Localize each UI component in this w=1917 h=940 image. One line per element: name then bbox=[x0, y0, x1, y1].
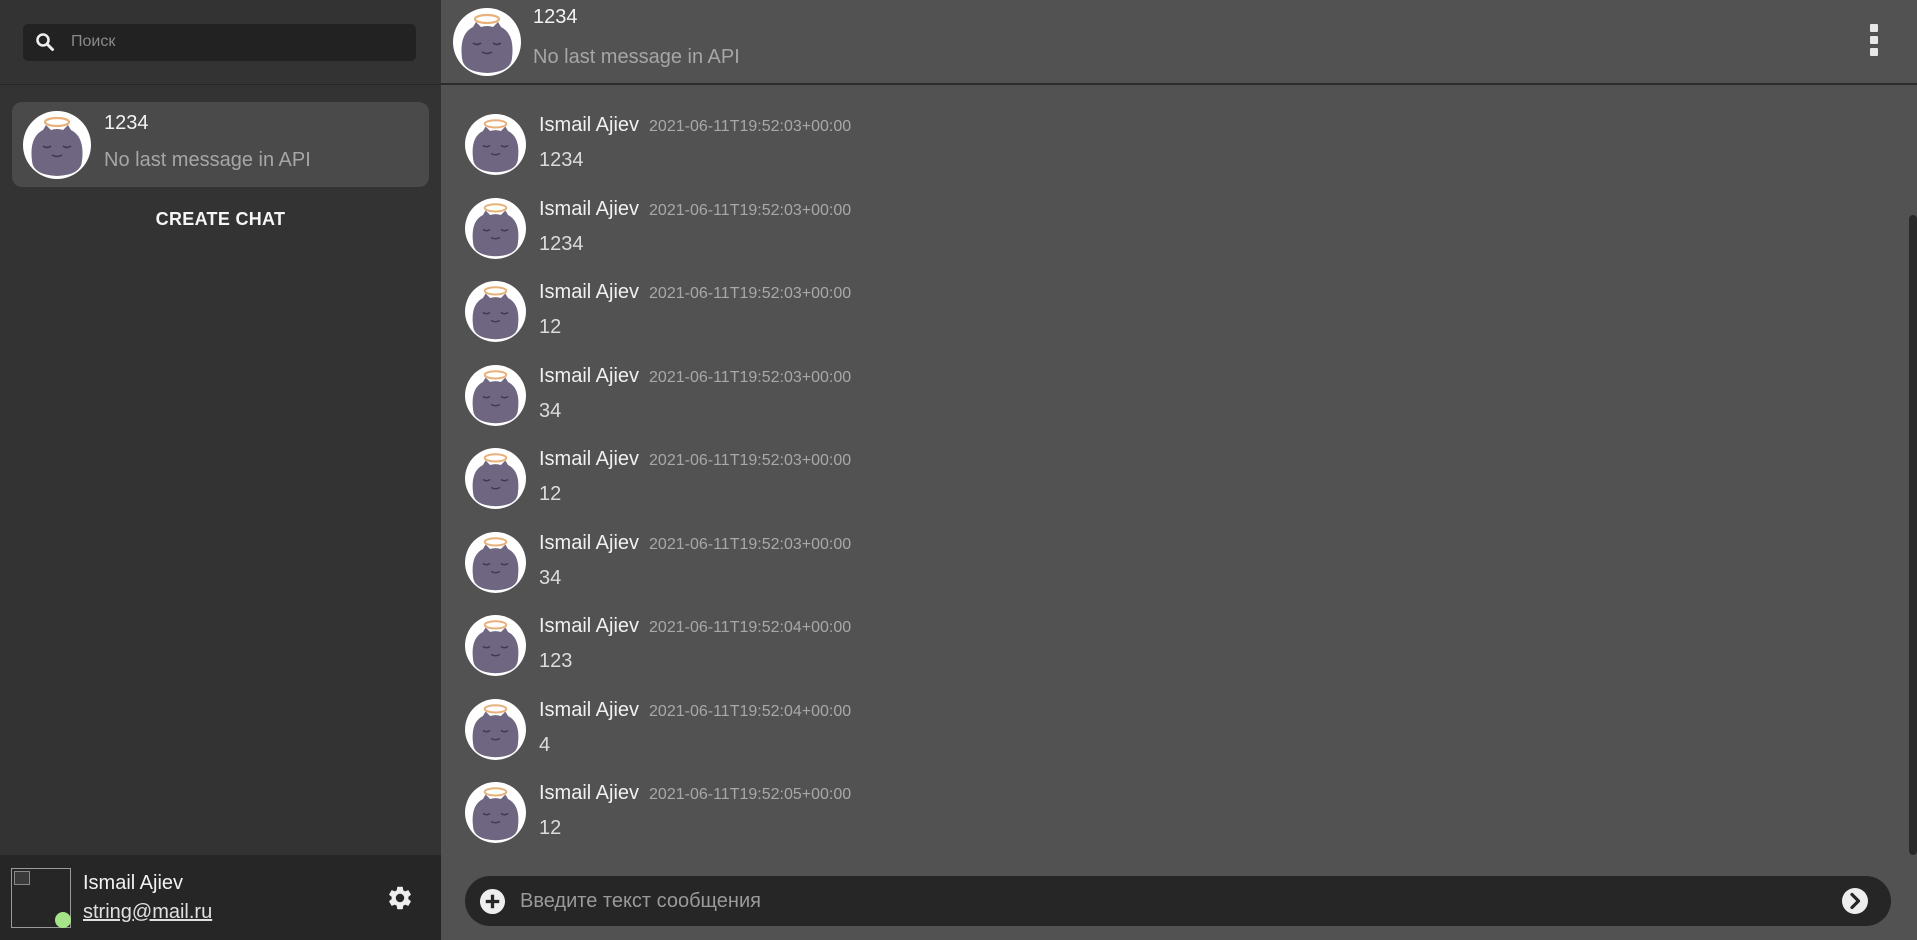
message-avatar[interactable] bbox=[465, 364, 526, 426]
message-row: Ismail Ajiev 2021-06-11T19:52:03+00:00 34 bbox=[465, 364, 851, 426]
message-avatar[interactable] bbox=[465, 197, 526, 259]
message-row: Ismail Ajiev 2021-06-11T19:52:04+00:00 4 bbox=[465, 698, 851, 760]
message-texts: Ismail Ajiev 2021-06-11T19:52:03+00:00 12 bbox=[539, 281, 851, 342]
chat-avatar bbox=[23, 110, 91, 179]
user-email-link[interactable]: string@mail.ru bbox=[83, 901, 212, 924]
chat-item-last-message: No last message in API bbox=[104, 148, 311, 171]
chat-header: 1234 No last message in API bbox=[441, 0, 1917, 85]
message-text: 34 bbox=[539, 399, 562, 422]
message-text: 1234 bbox=[539, 232, 584, 255]
message-avatar[interactable] bbox=[465, 281, 526, 342]
message-text: 123 bbox=[539, 650, 573, 672]
message-timestamp: 2021-06-11T19:52:03+00:00 bbox=[649, 201, 852, 219]
message-avatar[interactable] bbox=[465, 615, 526, 676]
message-timestamp: 2021-06-11T19:52:04+00:00 bbox=[649, 702, 852, 720]
message-author: Ismail Ajiev bbox=[539, 281, 640, 303]
message-author: Ismail Ajiev bbox=[539, 364, 640, 387]
search-input[interactable] bbox=[69, 32, 393, 52]
gear-icon[interactable] bbox=[386, 884, 414, 912]
message-texts: Ismail Ajiev 2021-06-11T19:52:04+00:00 123 bbox=[539, 615, 851, 676]
message-author: Ismail Ajiev bbox=[539, 782, 640, 804]
user-name: Ismail Ajiev bbox=[83, 871, 184, 894]
chat-item-texts: 1234 No last message in API bbox=[104, 112, 311, 172]
chat-list: 1234 No last message in API CREATE CHAT bbox=[0, 85, 441, 230]
search-box[interactable] bbox=[23, 23, 416, 61]
message-list: Ismail Ajiev 2021-06-11T19:52:03+00:00 123… bbox=[441, 85, 1917, 860]
plus-circle-icon[interactable] bbox=[479, 888, 506, 915]
message-avatar[interactable] bbox=[465, 698, 526, 760]
message-row: Ismail Ajiev 2021-06-11T19:52:03+00:00 123… bbox=[465, 197, 851, 259]
message-texts: Ismail Ajiev 2021-06-11T19:52:03+00:00 34 bbox=[539, 532, 851, 593]
chat-list-item[interactable]: 1234 No last message in API bbox=[12, 102, 429, 187]
message-timestamp: 2021-06-11T19:52:03+00:00 bbox=[649, 285, 852, 302]
create-chat-button[interactable]: CREATE CHAT bbox=[12, 209, 429, 230]
header-texts: 1234 No last message in API bbox=[533, 6, 740, 69]
user-avatar[interactable] bbox=[11, 867, 71, 928]
message-texts: Ismail Ajiev 2021-06-11T19:52:03+00:00 123… bbox=[539, 114, 851, 175]
message-texts: Ismail Ajiev 2021-06-11T19:52:04+00:00 4 bbox=[539, 699, 851, 760]
user-footer: Ismail Ajiev string@mail.ru bbox=[0, 855, 441, 940]
chat-item-title: 1234 bbox=[104, 111, 149, 134]
message-timestamp: 2021-06-11T19:52:03+00:00 bbox=[649, 118, 852, 135]
sidebar: 1234 No last message in API CREATE CHAT … bbox=[0, 0, 441, 940]
chat-main: 1234 No last message in API Ismail Ajiev… bbox=[441, 0, 1917, 940]
message-timestamp: 2021-06-11T19:52:03+00:00 bbox=[649, 368, 852, 386]
message-row: Ismail Ajiev 2021-06-11T19:52:03+00:00 123… bbox=[465, 114, 851, 175]
scrollbar[interactable] bbox=[1909, 215, 1917, 855]
message-input[interactable] bbox=[518, 888, 1841, 914]
message-text: 12 bbox=[539, 316, 562, 338]
message-texts: Ismail Ajiev 2021-06-11T19:52:03+00:00 34 bbox=[539, 365, 851, 426]
search-icon bbox=[36, 33, 54, 51]
send-arrow-icon[interactable] bbox=[1841, 887, 1869, 915]
message-timestamp: 2021-06-11T19:52:03+00:00 bbox=[649, 535, 852, 553]
online-status-dot bbox=[55, 911, 71, 928]
message-author: Ismail Ajiev bbox=[539, 531, 640, 554]
message-texts: Ismail Ajiev 2021-06-11T19:52:05+00:00 12 bbox=[539, 782, 851, 843]
header-title: 1234 bbox=[533, 6, 578, 28]
message-composer bbox=[465, 876, 1891, 926]
message-avatar[interactable] bbox=[465, 114, 526, 175]
chat-app: 1234 No last message in API CREATE CHAT … bbox=[0, 0, 1917, 940]
message-texts: Ismail Ajiev 2021-06-11T19:52:03+00:00 123… bbox=[539, 198, 851, 259]
message-timestamp: 2021-06-11T19:52:03+00:00 bbox=[649, 452, 852, 469]
message-row: Ismail Ajiev 2021-06-11T19:52:03+00:00 12 bbox=[465, 448, 851, 509]
message-row: Ismail Ajiev 2021-06-11T19:52:04+00:00 123 bbox=[465, 615, 851, 676]
header-subtitle: No last message in API bbox=[533, 46, 740, 68]
broken-image-icon bbox=[14, 870, 30, 885]
message-text: 12 bbox=[539, 817, 562, 839]
message-row: Ismail Ajiev 2021-06-11T19:52:03+00:00 12 bbox=[465, 281, 851, 342]
message-texts: Ismail Ajiev 2021-06-11T19:52:03+00:00 12 bbox=[539, 448, 851, 509]
message-text: 1234 bbox=[539, 149, 584, 171]
message-author: Ismail Ajiev bbox=[539, 615, 640, 637]
user-info: Ismail Ajiev string@mail.ru bbox=[83, 872, 212, 924]
search-area bbox=[0, 0, 441, 85]
message-timestamp: 2021-06-11T19:52:05+00:00 bbox=[649, 786, 852, 803]
message-avatar[interactable] bbox=[465, 448, 526, 509]
message-row: Ismail Ajiev 2021-06-11T19:52:03+00:00 34 bbox=[465, 531, 851, 593]
message-author: Ismail Ajiev bbox=[539, 114, 640, 136]
message-timestamp: 2021-06-11T19:52:04+00:00 bbox=[649, 619, 852, 636]
message-author: Ismail Ajiev bbox=[539, 698, 640, 721]
message-avatar[interactable] bbox=[465, 782, 526, 843]
message-author: Ismail Ajiev bbox=[539, 448, 640, 470]
message-text: 34 bbox=[539, 566, 562, 589]
message-text: 12 bbox=[539, 483, 562, 505]
header-avatar[interactable] bbox=[453, 8, 521, 76]
message-row: Ismail Ajiev 2021-06-11T19:52:05+00:00 12 bbox=[465, 782, 851, 843]
message-text: 4 bbox=[539, 733, 551, 756]
kebab-menu-icon[interactable] bbox=[1870, 24, 1880, 60]
message-author: Ismail Ajiev bbox=[539, 197, 640, 220]
message-avatar[interactable] bbox=[465, 531, 526, 593]
